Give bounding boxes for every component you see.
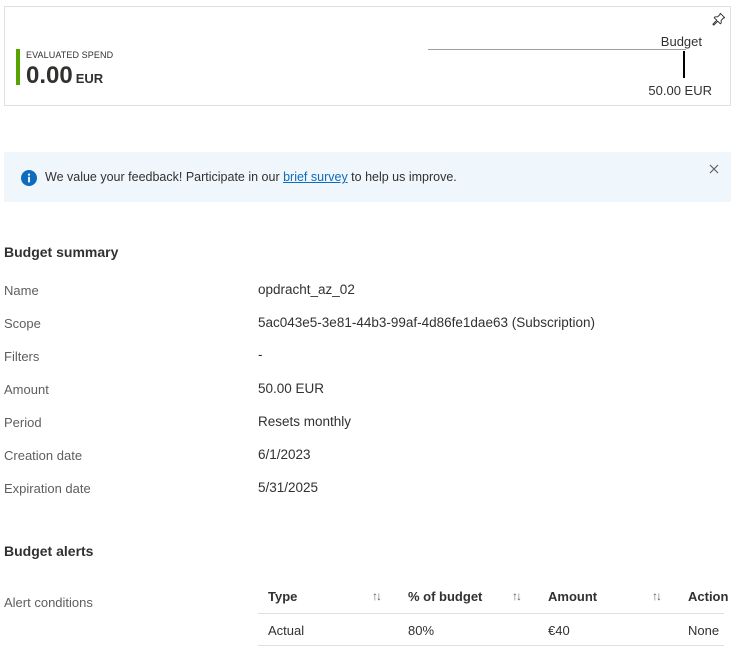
summary-value-filters: - xyxy=(258,347,263,362)
budget-marker-label: Budget xyxy=(660,34,702,49)
summary-value-scope: 5ac043e5-3e81-44b3-99af-4d86fe1dae63 (Su… xyxy=(258,315,595,330)
alert-row-amount: €40 xyxy=(548,623,570,638)
table-header-divider xyxy=(258,613,724,614)
summary-value-period: Resets monthly xyxy=(258,414,352,429)
info-icon xyxy=(21,170,37,186)
brief-survey-link[interactable]: brief survey xyxy=(283,170,348,184)
alert-row-type: Actual xyxy=(268,623,305,638)
evaluated-spend-card: EVALUATED SPEND 0.00 EUR Budget 50.00 EUR xyxy=(4,6,731,106)
column-header-percent-of-budget[interactable]: % of budget xyxy=(408,589,482,604)
summary-value-name: opdracht_az_02 xyxy=(258,282,355,297)
alert-conditions-label: Alert conditions xyxy=(4,595,93,610)
summary-label-amount: Amount xyxy=(4,382,49,397)
column-header-amount[interactable]: Amount xyxy=(548,589,597,604)
evaluated-spend-label: EVALUATED SPEND xyxy=(26,50,114,60)
summary-value-creation-date: 6/1/2023 xyxy=(258,447,311,462)
sort-percent-icon[interactable]: ↑↓ xyxy=(512,589,522,603)
feedback-message: We value your feedback! Participate in o… xyxy=(45,170,457,184)
summary-value-amount: 50.00 EUR xyxy=(258,381,325,396)
budget-summary-title: Budget summary xyxy=(4,244,119,260)
sort-type-icon[interactable]: ↑↓ xyxy=(372,589,382,603)
budget-marker xyxy=(683,51,685,78)
pin-icon[interactable] xyxy=(712,12,726,26)
spend-currency: EUR xyxy=(75,71,104,86)
feedback-text-before: We value your feedback! Participate in o… xyxy=(45,170,284,184)
spend-accent-bar xyxy=(16,49,20,85)
table-row-divider xyxy=(258,645,724,646)
summary-label-name: Name xyxy=(4,283,39,298)
alert-row-action: None xyxy=(688,623,720,638)
sort-amount-icon[interactable]: ↑↓ xyxy=(652,589,662,603)
spend-amount-value: 0.00 xyxy=(26,62,73,89)
close-icon[interactable] xyxy=(708,163,720,175)
budget-progress-line xyxy=(428,49,686,50)
budget-marker-value: 50.00 EUR xyxy=(648,83,712,98)
summary-label-scope: Scope xyxy=(4,316,41,331)
evaluated-spend-amount: 0.00 EUR xyxy=(26,63,103,92)
summary-label-filters: Filters xyxy=(4,349,40,364)
summary-value-expiration-date: 5/31/2025 xyxy=(258,480,319,495)
column-header-type[interactable]: Type xyxy=(268,589,297,604)
feedback-banner: We value your feedback! Participate in o… xyxy=(4,152,731,202)
summary-label-period: Period xyxy=(4,415,42,430)
summary-label-creation-date: Creation date xyxy=(4,448,83,463)
column-header-action[interactable]: Action xyxy=(688,589,728,604)
summary-label-expiration-date: Expiration date xyxy=(4,481,91,496)
feedback-text-after: to help us improve. xyxy=(347,170,457,184)
alert-row-percent: 80% xyxy=(408,623,435,638)
budget-alerts-title: Budget alerts xyxy=(4,543,94,559)
